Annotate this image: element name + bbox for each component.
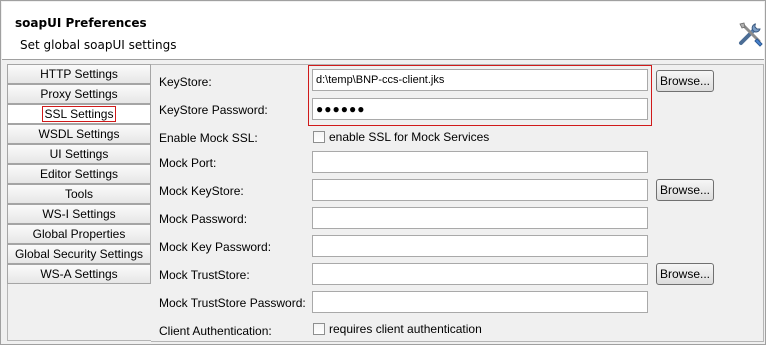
mock-truststore-browse-button[interactable]: Browse... — [656, 263, 714, 285]
tab-ui-settings[interactable]: UI Settings — [7, 144, 151, 164]
mock-truststore-password-field[interactable] — [312, 291, 648, 313]
tab-label: Tools — [64, 187, 93, 201]
tab-label: HTTP Settings — [40, 67, 118, 81]
tab-label: WS-I Settings — [42, 207, 116, 221]
keystore-browse-button[interactable]: Browse... — [656, 70, 714, 92]
mock-key-password-label: Mock Key Password: — [159, 240, 272, 254]
tab-list-filler — [7, 284, 151, 341]
tab-label: Global Security Settings — [14, 247, 144, 261]
tools-icon — [735, 19, 765, 49]
tab-label: WS-A Settings — [40, 267, 118, 281]
client-authentication-label: Client Authentication: — [159, 324, 272, 338]
enable-mock-ssl-checkbox[interactable] — [313, 131, 325, 143]
header-subtitle: Set global soapUI settings — [20, 38, 177, 52]
tab-label: Global Properties — [32, 227, 126, 241]
client-authentication-checkbox-label: requires client authentication — [329, 322, 482, 336]
preferences-window: soapUI Preferences Set global soapUI set… — [0, 0, 766, 345]
mock-keystore-browse-button[interactable]: Browse... — [656, 179, 714, 201]
preferences-header: soapUI Preferences Set global soapUI set… — [2, 2, 764, 60]
tab-label: WSDL Settings — [38, 127, 120, 141]
tab-label: Editor Settings — [39, 167, 119, 181]
tab-editor-settings[interactable]: Editor Settings — [7, 164, 151, 184]
tab-label: Proxy Settings — [40, 87, 118, 101]
mock-password-label: Mock Password: — [159, 212, 248, 226]
mock-key-password-field[interactable] — [312, 235, 648, 257]
tab-global-security-settings[interactable]: Global Security Settings — [7, 244, 151, 264]
mock-keystore-field[interactable] — [312, 179, 648, 201]
tab-global-properties[interactable]: Global Properties — [7, 224, 151, 244]
mock-keystore-label: Mock KeyStore: — [159, 184, 244, 198]
enable-mock-ssl-checkbox-label: enable SSL for Mock Services — [329, 130, 490, 144]
mock-password-field[interactable] — [312, 207, 648, 229]
tab-wsdl-settings[interactable]: WSDL Settings — [7, 124, 151, 144]
tab-label: UI Settings — [49, 147, 109, 161]
enable-mock-ssl-label: Enable Mock SSL: — [159, 131, 258, 145]
tab-proxy-settings[interactable]: Proxy Settings — [7, 84, 151, 104]
mock-truststore-field[interactable] — [312, 263, 648, 285]
tab-ssl-settings[interactable]: SSL Settings — [7, 104, 151, 124]
keystore-highlight-box — [308, 65, 652, 126]
tab-ws-i-settings[interactable]: WS-I Settings — [7, 204, 151, 224]
mock-truststore-password-label: Mock TrustStore Password: — [159, 296, 306, 310]
keystore-password-label: KeyStore Password: — [159, 103, 268, 117]
client-authentication-checkbox[interactable] — [313, 323, 325, 335]
keystore-label: KeyStore: — [159, 75, 212, 89]
tab-tools[interactable]: Tools — [7, 184, 151, 204]
header-title: soapUI Preferences — [15, 16, 147, 30]
mock-port-label: Mock Port: — [159, 156, 217, 170]
tab-http-settings[interactable]: HTTP Settings — [7, 64, 151, 84]
tab-label: SSL Settings — [41, 106, 117, 122]
mock-port-field[interactable] — [312, 151, 648, 173]
mock-truststore-label: Mock TrustStore: — [159, 268, 250, 282]
settings-tab-list: HTTP Settings Proxy Settings SSL Setting… — [7, 64, 151, 286]
tab-ws-a-settings[interactable]: WS-A Settings — [7, 264, 151, 284]
